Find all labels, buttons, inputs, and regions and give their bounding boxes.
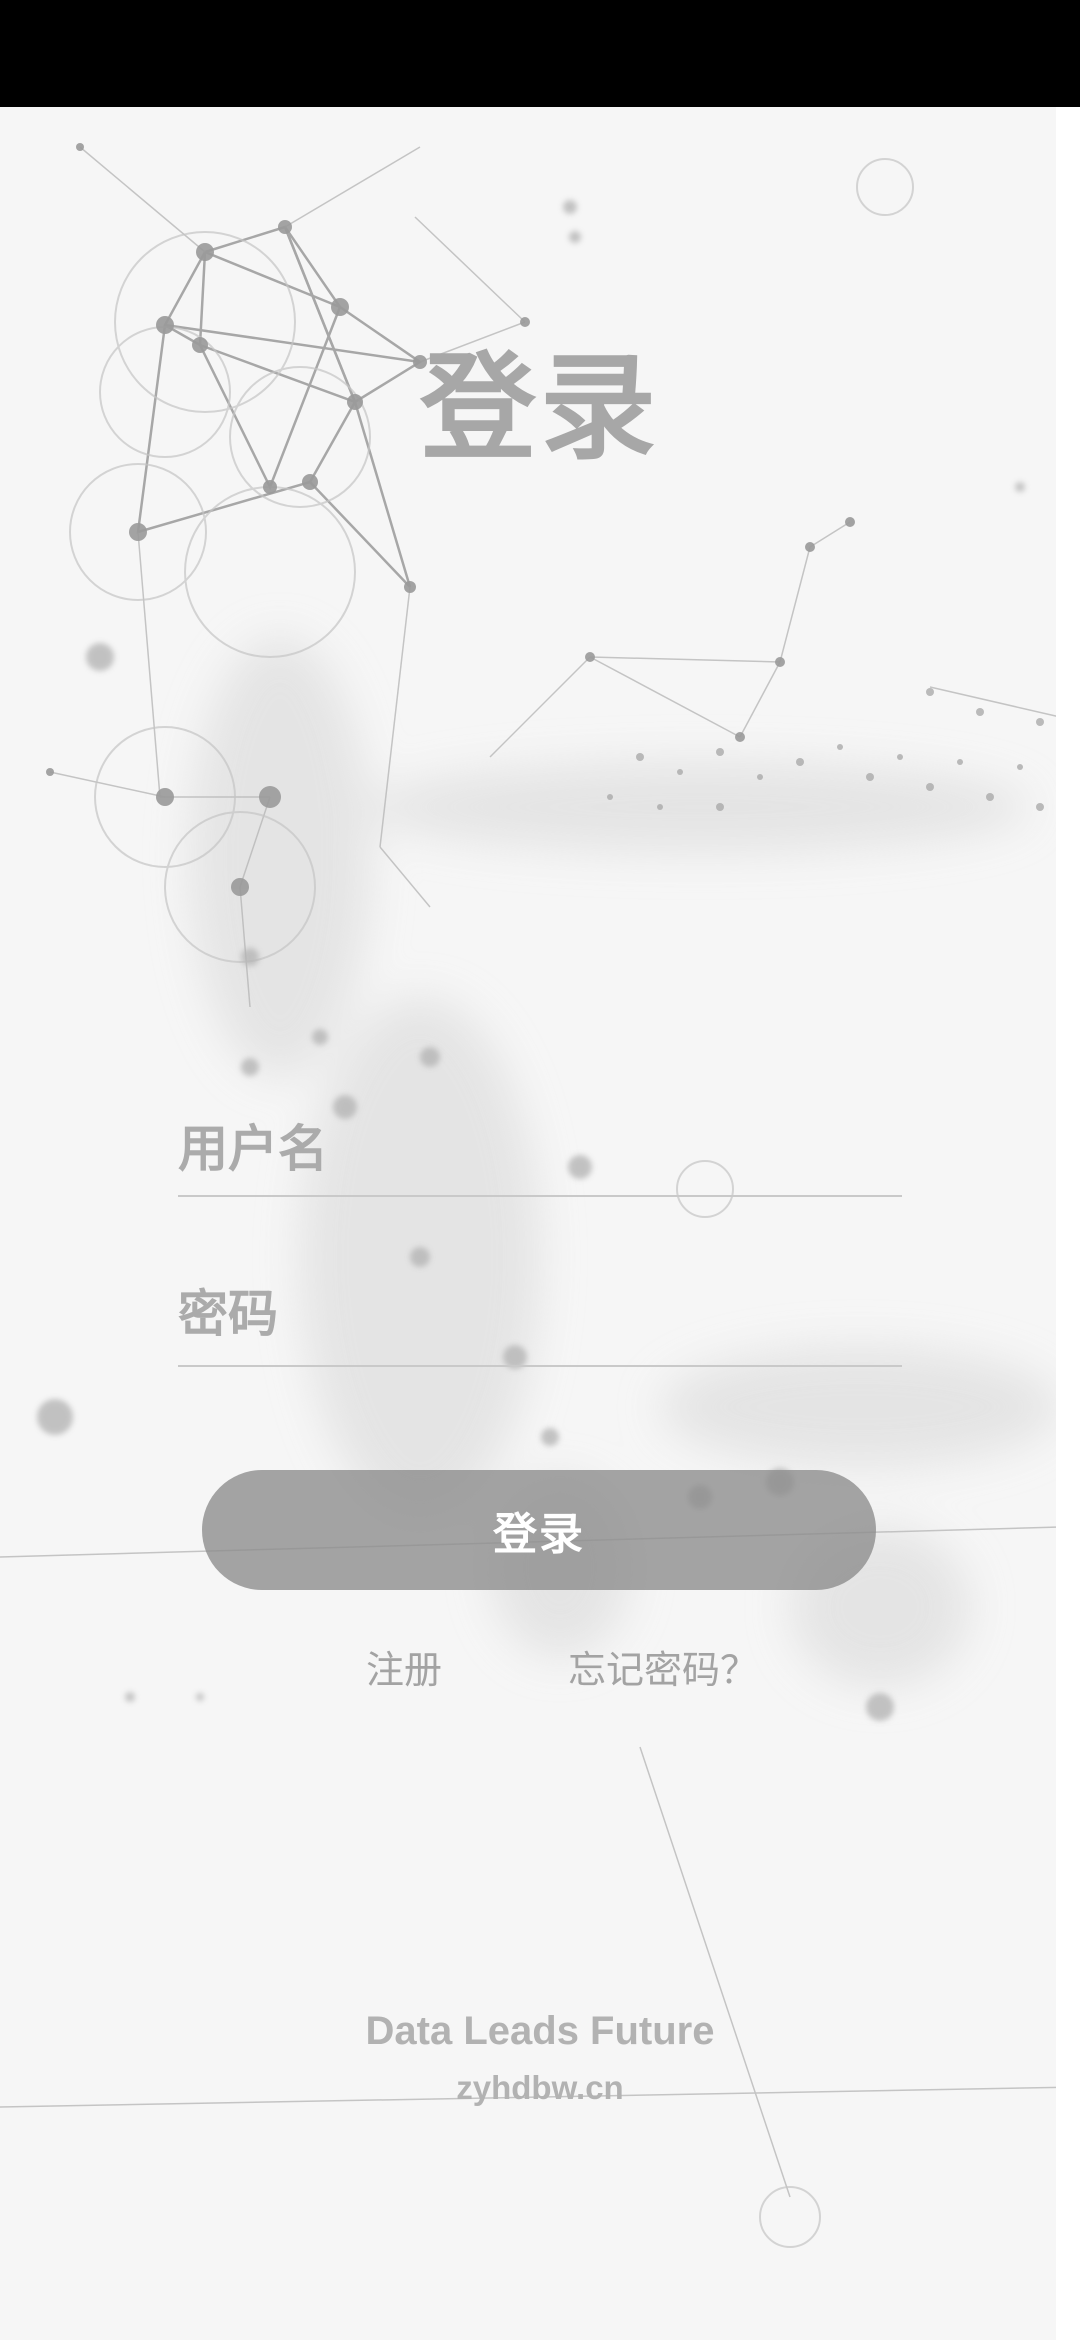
status-bar [0, 0, 1080, 107]
page-title: 登录 [420, 343, 660, 473]
register-link[interactable]: 注册 [366, 1639, 442, 1694]
password-input[interactable] [178, 1267, 902, 1361]
footer-slogan: Data Leads Future [365, 2009, 715, 2053]
password-field [178, 1267, 902, 1367]
login-screen: 登录 登录 注册 忘记密码？ Data Leads Future zyhdbw.… [0, 107, 1080, 2340]
username-input[interactable] [178, 1107, 902, 1191]
login-button[interactable]: 登录 [202, 1470, 876, 1590]
username-field [178, 1107, 902, 1197]
forgot-password-link[interactable]: 忘记密码？ [568, 1639, 758, 1694]
footer-site: zyhdbw.cn [456, 2069, 624, 2106]
